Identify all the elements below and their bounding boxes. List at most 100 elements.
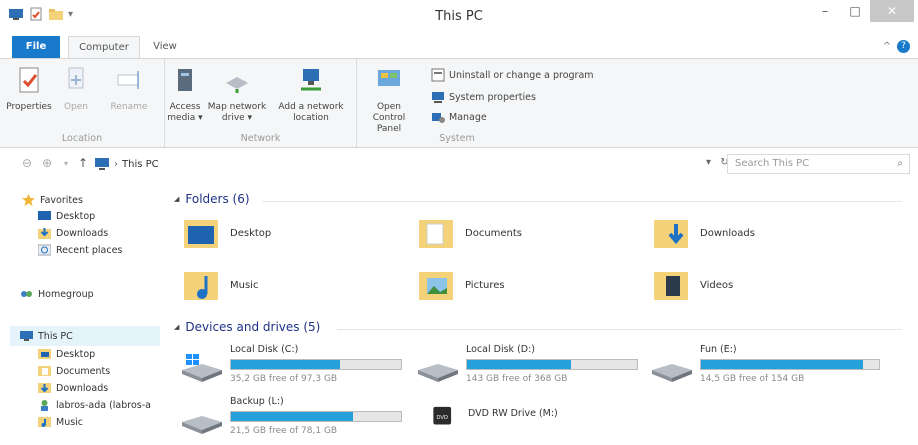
drive-c[interactable]: Local Disk (C:) 35,2 GB free of 97,3 GB: [180, 344, 410, 388]
nav-this-pc[interactable]: This PC: [20, 330, 73, 342]
devices-section-divider: [337, 329, 902, 330]
manage-button[interactable]: Manage: [431, 110, 487, 124]
search-icon[interactable]: ⌕: [897, 155, 903, 173]
title-bar: ▾ This PC – □ ✕: [0, 0, 918, 34]
homegroup-icon: [21, 291, 32, 297]
windows-drive-icon: [182, 354, 222, 382]
minimize-button[interactable]: –: [810, 0, 840, 22]
folder-pictures[interactable]: Pictures: [417, 266, 505, 304]
folders-section-header[interactable]: ◢ Folders (6): [174, 192, 250, 206]
nav-item-pc-desktop[interactable]: Desktop: [38, 348, 95, 360]
up-arrow-icon[interactable]: ↑: [78, 156, 88, 170]
network-user-icon: [41, 400, 48, 411]
collapse-arrow-icon[interactable]: ◢: [174, 323, 179, 331]
breadcrumb-this-pc[interactable]: This PC: [122, 159, 159, 170]
drive-d[interactable]: Local Disk (D:) 143 GB free of 368 GB: [416, 344, 646, 388]
address-box[interactable]: › This PC: [94, 154, 734, 174]
dvd-drive-icon: DVD: [433, 406, 452, 425]
tab-file[interactable]: File: [12, 36, 60, 58]
drive-label: Backup (L:): [230, 396, 284, 407]
devices-section-header[interactable]: ◢ Devices and drives (5): [174, 320, 320, 334]
open-control-panel-button[interactable]: Open Control Panel: [361, 65, 417, 135]
folder-music[interactable]: Music: [182, 266, 258, 304]
this-pc-icon: [20, 331, 33, 341]
drive-label: DVD RW Drive (M:): [468, 408, 558, 419]
recent-places-icon: [38, 244, 51, 256]
content-pane: ◢ Folders (6) Desktop Documents Download…: [162, 184, 918, 445]
drive-usage-fill: [467, 360, 571, 369]
drive-label: Local Disk (D:): [466, 344, 535, 355]
drive-label: Local Disk (C:): [230, 344, 299, 355]
drive-free-space: 14,5 GB free of 154 GB: [700, 374, 805, 384]
star-icon: [22, 194, 35, 206]
nav-item-pc-downloads[interactable]: Downloads: [38, 382, 108, 394]
group-label-system: System: [439, 133, 475, 144]
system-icon: [432, 92, 444, 103]
drive-label: Fun (E:): [700, 344, 737, 355]
drive-usage-fill: [231, 360, 340, 369]
drive-free-space: 21,5 GB free of 78,1 GB: [230, 426, 338, 436]
rename-icon: [117, 71, 139, 89]
help-icon[interactable]: ?: [897, 40, 910, 53]
minimize-ribbon-icon[interactable]: ^: [883, 41, 891, 52]
music-folder-icon: [184, 272, 218, 300]
collapse-arrow-icon[interactable]: ◢: [174, 195, 179, 203]
nav-item-pc-music[interactable]: Music: [38, 416, 83, 428]
drive-usage-fill: [231, 412, 354, 421]
drive-e[interactable]: Fun (E:) 14,5 GB free of 154 GB: [650, 344, 880, 388]
maximize-button[interactable]: □: [840, 0, 870, 22]
documents-folder-icon: [419, 220, 453, 248]
music-folder-icon: [38, 417, 51, 427]
media-server-icon: [178, 69, 192, 91]
add-network-location-button[interactable]: Add a network location: [271, 65, 351, 124]
documents-folder-icon: [38, 366, 51, 376]
properties-button[interactable]: Properties: [6, 65, 52, 113]
access-media-button[interactable]: Access media ▾: [167, 65, 203, 124]
downloads-folder-icon: [38, 383, 51, 393]
navigation-pane: Favorites Desktop Downloads Recent place…: [0, 184, 162, 445]
uninstall-program-button[interactable]: Uninstall or change a program: [431, 68, 594, 82]
address-tools: ▾ ↻: [706, 157, 729, 168]
group-system: Open Control Panel Uninstall or change a…: [357, 59, 607, 147]
desktop-folder-icon: [184, 220, 218, 248]
nav-item-downloads[interactable]: Downloads: [38, 227, 108, 239]
back-arrow-icon[interactable]: ⊖: [22, 156, 32, 170]
folder-desktop[interactable]: Desktop: [182, 214, 271, 252]
this-pc-icon: [95, 158, 109, 170]
ribbon-right-controls: ^ ?: [883, 40, 910, 53]
rename-button[interactable]: Rename: [104, 65, 154, 113]
desktop-icon: [38, 211, 51, 220]
hard-drive-icon: [182, 416, 222, 434]
ribbon: Properties Open Rename Location Access m…: [0, 58, 918, 148]
drive-l[interactable]: Backup (L:) 21,5 GB free of 78,1 GB: [180, 396, 410, 440]
map-network-drive-button[interactable]: Map network drive ▾: [207, 65, 267, 124]
folder-downloads[interactable]: Downloads: [652, 214, 755, 252]
address-dropdown-icon[interactable]: ▾: [706, 157, 711, 168]
drive-free-space: 143 GB free of 368 GB: [466, 374, 568, 384]
forward-arrow-icon[interactable]: ⊕: [42, 156, 52, 170]
nav-item-pc-network-user[interactable]: labros-ada (labros-a: [38, 399, 151, 411]
system-properties-button[interactable]: System properties: [431, 90, 536, 104]
nav-favorites[interactable]: Favorites: [22, 194, 83, 206]
nav-item-recent-places[interactable]: Recent places: [38, 244, 122, 256]
recent-locations-icon[interactable]: ▾: [64, 159, 68, 168]
folder-videos[interactable]: Videos: [652, 266, 733, 304]
downloads-folder-icon: [654, 220, 688, 248]
hard-drive-icon: [652, 364, 692, 382]
open-button[interactable]: Open: [56, 65, 96, 113]
group-label-network: Network: [240, 133, 281, 144]
nav-item-pc-documents[interactable]: Documents: [38, 365, 110, 377]
pictures-folder-icon: [419, 272, 453, 300]
tab-view[interactable]: View: [150, 36, 180, 58]
videos-folder-icon: [654, 272, 688, 300]
folder-documents[interactable]: Documents: [417, 214, 522, 252]
breadcrumb-separator-icon[interactable]: ›: [114, 159, 118, 170]
search-input[interactable]: Search This PC ⌕: [727, 154, 910, 174]
nav-homegroup[interactable]: Homegroup: [20, 288, 94, 300]
close-button[interactable]: ✕: [870, 0, 914, 22]
tab-computer[interactable]: Computer: [68, 36, 140, 58]
network-drive-icon: [226, 77, 248, 93]
nav-item-desktop[interactable]: Desktop: [38, 210, 95, 222]
group-label-location: Location: [61, 133, 103, 144]
drive-m-dvd[interactable]: DVD DVD RW Drive (M:): [432, 396, 662, 440]
